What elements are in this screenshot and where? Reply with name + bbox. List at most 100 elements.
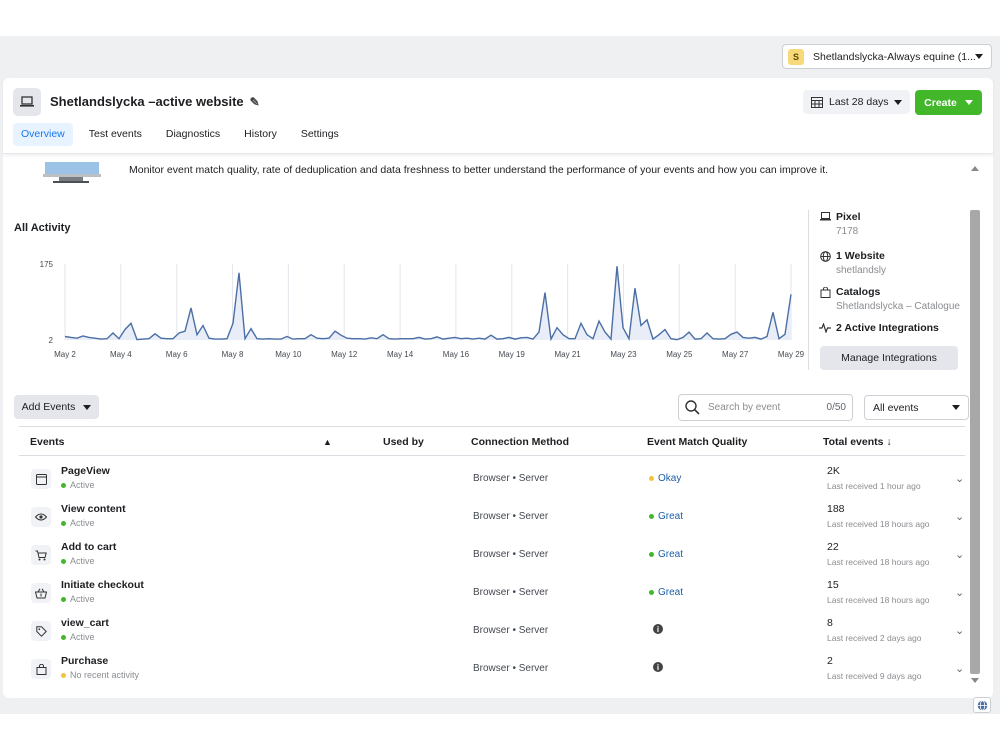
tab-test-events[interactable]: Test events bbox=[81, 123, 150, 146]
quality-label: Great bbox=[658, 511, 684, 522]
event-status-label: Active bbox=[70, 518, 95, 528]
quality-dot bbox=[649, 476, 654, 481]
event-name[interactable]: Add to cart bbox=[61, 541, 116, 553]
connection-method: Browser • Server bbox=[473, 625, 549, 636]
chevron-down-icon bbox=[964, 100, 973, 105]
laptop-icon bbox=[13, 88, 41, 116]
browser-window-icon bbox=[31, 469, 51, 489]
scroll-down-arrow-icon[interactable] bbox=[971, 678, 979, 683]
event-status-label: Active bbox=[70, 480, 95, 490]
column-total-events[interactable]: Total events ↓ bbox=[823, 436, 892, 448]
column-event-match-quality[interactable]: Event Match Quality bbox=[647, 436, 747, 448]
shopping-bag-icon bbox=[31, 659, 51, 679]
cart-icon bbox=[31, 545, 51, 565]
add-events-button[interactable]: Add Events bbox=[14, 395, 99, 419]
connection-method: Browser • Server bbox=[473, 549, 549, 560]
catalogs-title: Catalogs bbox=[836, 286, 881, 298]
tab-overview[interactable]: Overview bbox=[13, 123, 73, 146]
table-row[interactable]: Purchase No recent activity Browser • Se… bbox=[19, 650, 965, 688]
last-received: Last received 2 days ago bbox=[827, 633, 922, 643]
chevron-down-icon[interactable]: ⌄ bbox=[955, 472, 964, 485]
quality-label: Great bbox=[658, 587, 684, 598]
chevron-down-icon bbox=[975, 54, 983, 59]
website-info: 1 Website shetlandsly bbox=[818, 250, 886, 276]
status-dot bbox=[61, 558, 66, 564]
last-received: Last received 18 hours ago bbox=[827, 519, 930, 529]
events-filter-select[interactable]: All events bbox=[864, 395, 969, 420]
info-icon[interactable]: i bbox=[653, 662, 663, 672]
event-name[interactable]: view_cart bbox=[61, 617, 109, 629]
pencil-icon[interactable]: ✎ bbox=[250, 95, 260, 109]
chevron-down-icon[interactable]: ⌄ bbox=[955, 510, 964, 523]
globe-icon[interactable] bbox=[973, 697, 991, 713]
chevron-down-icon[interactable]: ⌄ bbox=[955, 624, 964, 637]
chevron-down-icon bbox=[83, 404, 92, 410]
integrations-info: 2 Active Integrations bbox=[818, 322, 939, 334]
date-range-picker[interactable]: Last 28 days bbox=[803, 90, 910, 114]
info-icon[interactable]: i bbox=[653, 624, 663, 634]
total-events: 15 bbox=[827, 579, 839, 591]
manage-integrations-button[interactable]: Manage Integrations bbox=[820, 346, 958, 370]
add-events-label: Add Events bbox=[21, 401, 76, 413]
table-row[interactable]: PageView Active Browser • Server Okay 2K… bbox=[19, 460, 965, 498]
table-row[interactable]: View content Active Browser • Server Gre… bbox=[19, 498, 965, 536]
chevron-down-icon[interactable]: ⌄ bbox=[955, 662, 964, 675]
event-status: Active bbox=[61, 556, 95, 566]
last-received: Last received 18 hours ago bbox=[827, 557, 930, 567]
tab-diagnostics[interactable]: Diagnostics bbox=[158, 123, 228, 146]
tab-history[interactable]: History bbox=[236, 123, 285, 146]
basket-icon bbox=[31, 583, 51, 603]
column-events[interactable]: Events bbox=[30, 436, 64, 448]
event-name[interactable]: Initiate checkout bbox=[61, 579, 144, 591]
create-button[interactable]: Create bbox=[915, 90, 982, 115]
chevron-down-icon[interactable]: ⌄ bbox=[955, 548, 964, 561]
y-tick-label: 2 bbox=[49, 336, 54, 345]
total-events: 2 bbox=[827, 655, 833, 667]
x-tick-label: May 10 bbox=[275, 350, 302, 359]
tab-settings[interactable]: Settings bbox=[293, 123, 347, 146]
create-button-label: Create bbox=[924, 96, 957, 109]
search-count: 0/50 bbox=[826, 402, 846, 413]
table-row[interactable]: Add to cart Active Browser • Server Grea… bbox=[19, 536, 965, 574]
page-title: Shetlandslycka –active website ✎ bbox=[50, 94, 260, 109]
x-tick-label: May 27 bbox=[722, 350, 749, 359]
account-selector[interactable]: S Shetlandslycka-Always equine (1... bbox=[782, 44, 992, 69]
x-tick-label: May 21 bbox=[554, 350, 581, 359]
scrollbar[interactable] bbox=[969, 164, 981, 686]
quality-dot bbox=[649, 514, 654, 519]
table-row[interactable]: view_cart Active Browser • Server i 8 La… bbox=[19, 612, 965, 650]
search-input[interactable]: Search by event 0/50 bbox=[678, 394, 853, 421]
status-dot bbox=[61, 482, 66, 488]
x-tick-label: May 6 bbox=[166, 350, 188, 359]
integrations-title: 2 Active Integrations bbox=[836, 322, 939, 334]
status-dot bbox=[61, 520, 66, 526]
status-dot bbox=[61, 672, 66, 678]
x-tick-label: May 14 bbox=[387, 350, 414, 359]
event-status: Active bbox=[61, 594, 95, 604]
tag-icon bbox=[31, 621, 51, 641]
chevron-down-icon[interactable]: ⌄ bbox=[955, 586, 964, 599]
x-tick-label: May 19 bbox=[499, 350, 526, 359]
quality-dot bbox=[649, 590, 654, 595]
event-name[interactable]: Purchase bbox=[61, 655, 108, 667]
event-name[interactable]: PageView bbox=[61, 465, 110, 477]
activity-area bbox=[65, 266, 791, 340]
event-name[interactable]: View content bbox=[61, 503, 126, 515]
date-range-label: Last 28 days bbox=[829, 96, 889, 108]
eye-icon bbox=[31, 507, 51, 527]
scroll-up-arrow-icon[interactable] bbox=[971, 166, 979, 171]
event-status-label: Active bbox=[70, 556, 95, 566]
catalog-name[interactable]: Shetlandslycka – Catalogue bbox=[836, 301, 960, 312]
event-status-label: Active bbox=[70, 594, 95, 604]
total-events: 188 bbox=[827, 503, 845, 515]
scrollbar-thumb[interactable] bbox=[970, 210, 980, 674]
last-received: Last received 1 hour ago bbox=[827, 481, 921, 491]
column-connection-method[interactable]: Connection Method bbox=[471, 436, 569, 448]
status-dot bbox=[61, 634, 66, 640]
pixel-title: Pixel bbox=[836, 211, 861, 223]
x-tick-label: May 4 bbox=[110, 350, 132, 359]
calendar-icon bbox=[811, 96, 823, 108]
column-used-by[interactable]: Used by bbox=[383, 436, 424, 448]
table-row[interactable]: Initiate checkout Active Browser • Serve… bbox=[19, 574, 965, 612]
table-header: Events ▲ Used by Connection Method Event… bbox=[19, 426, 965, 456]
